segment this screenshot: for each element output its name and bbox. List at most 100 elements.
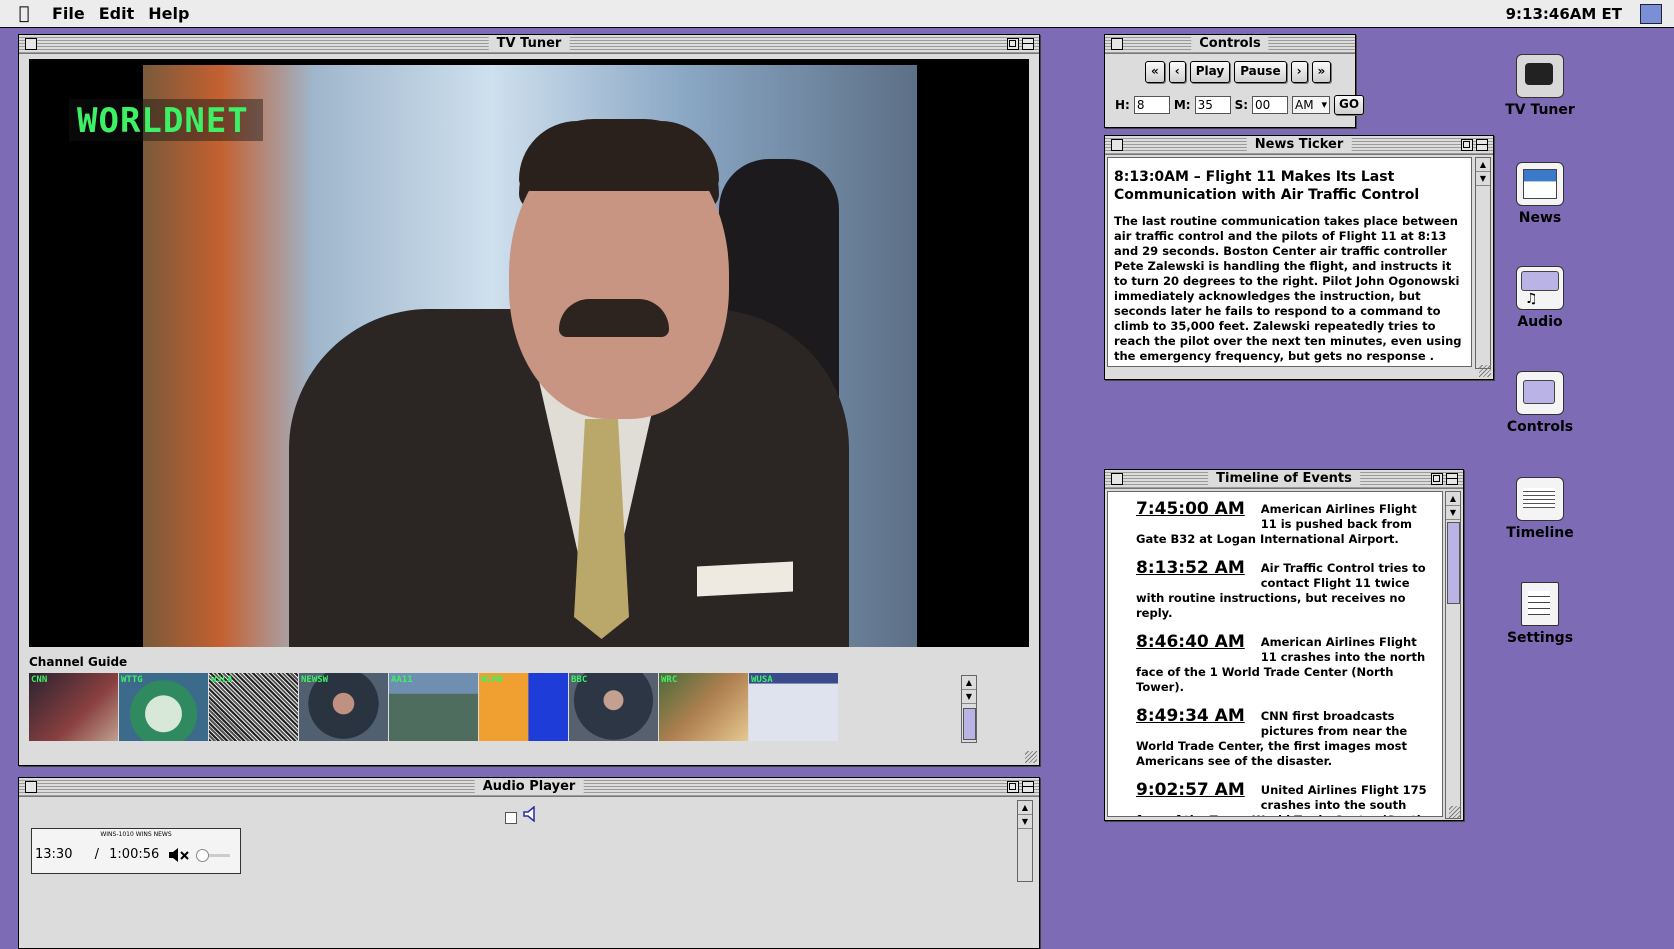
resize-grip-icon[interactable] — [1025, 751, 1037, 763]
play-button[interactable]: Play — [1189, 61, 1231, 83]
event-time-link[interactable]: 8:46:40 AM — [1136, 631, 1245, 653]
audio-checkbox[interactable] — [505, 812, 517, 824]
menu-bar:  File Edit Help 9:13:46AM ET — [0, 0, 1674, 28]
scroll-thumb[interactable] — [1447, 522, 1460, 604]
menubar-clock: 9:13:46AM ET — [1505, 5, 1622, 23]
scroll-down-arrow-icon[interactable]: ▼ — [1018, 815, 1032, 829]
menu-file[interactable]: File — [52, 4, 85, 23]
minute-field[interactable]: 35 — [1194, 96, 1231, 114]
audio-scrollbar[interactable]: ▲ ▼ — [1017, 800, 1033, 882]
menu-edit[interactable]: Edit — [99, 4, 135, 23]
controls-window: Controls « ‹ Play Pause › » H: 8 M: 35 S… — [1104, 34, 1365, 128]
video-screen[interactable]: WORLDNET — [29, 59, 1029, 647]
controls-titlebar[interactable]: Controls — [1105, 35, 1355, 54]
volume-slider-knob[interactable] — [196, 849, 209, 862]
rewind-button[interactable]: ‹ — [1168, 61, 1186, 83]
desktop-icon-controls[interactable]: Controls — [1492, 371, 1588, 435]
news-ticker-scrollbar[interactable]: ▲ ▼ — [1475, 157, 1491, 369]
event-time-link[interactable]: 8:13:52 AM — [1136, 557, 1245, 579]
timeline-titlebar[interactable]: Timeline of Events — [1105, 470, 1463, 489]
timeline-event: 9:02:57 AM United Airlines Flight 175 cra… — [1136, 780, 1434, 816]
news-icon — [1516, 162, 1564, 206]
forward-button[interactable]: › — [1290, 61, 1308, 83]
scroll-down-arrow-icon[interactable]: ▼ — [1476, 172, 1490, 186]
collapse-box-icon[interactable] — [1446, 473, 1458, 485]
ampm-select[interactable]: AM — [1292, 96, 1331, 114]
scroll-down-arrow-icon[interactable]: ▼ — [1446, 506, 1460, 520]
channel-label: WLMN — [481, 675, 503, 685]
close-box-icon[interactable] — [1111, 473, 1123, 485]
scroll-up-arrow-icon[interactable]: ▲ — [962, 676, 976, 690]
window-title: Audio Player — [474, 779, 584, 795]
close-box-icon[interactable] — [25, 38, 37, 50]
timeline-event: 7:45:00 AM American Airlines Flight 11 is… — [1136, 499, 1434, 547]
scroll-thumb[interactable] — [963, 708, 976, 740]
desktop-icon-timeline[interactable]: Timeline — [1492, 477, 1588, 541]
speaker-icon[interactable] — [522, 806, 538, 822]
channel-thumb[interactable]: WUSA — [749, 673, 838, 741]
collapse-box-icon[interactable] — [1022, 38, 1034, 50]
channel-thumb[interactable]: NEWSW — [299, 673, 388, 741]
desktop-icon-news[interactable]: News — [1492, 162, 1588, 226]
channel-thumb[interactable]: BBC — [569, 673, 658, 741]
desktop-icon-label: Settings — [1506, 630, 1574, 646]
hour-field[interactable]: 8 — [1133, 96, 1170, 114]
audio-player-titlebar[interactable]: Audio Player — [19, 778, 1039, 797]
finder-icon[interactable] — [1640, 4, 1662, 24]
desktop-icon-settings[interactable]: Settings — [1492, 582, 1588, 646]
pause-button[interactable]: Pause — [1234, 61, 1287, 83]
close-box-icon[interactable] — [25, 781, 37, 793]
timeline-content: 7:45:00 AM American Airlines Flight 11 is… — [1107, 491, 1443, 817]
zoom-box-icon[interactable] — [1461, 139, 1473, 151]
channel-thumb[interactable]: WLMN — [479, 673, 568, 741]
close-box-icon[interactable] — [1111, 139, 1123, 151]
hour-label: H: — [1115, 98, 1130, 112]
scroll-up-arrow-icon[interactable]: ▲ — [1446, 492, 1460, 506]
channel-thumb[interactable]: AA11 — [389, 673, 478, 741]
playback-time: 13:30 / 1:00:56 — [35, 847, 159, 862]
resize-grip-icon[interactable] — [1479, 365, 1491, 377]
window-title: News Ticker — [1246, 137, 1352, 153]
resize-grip-icon[interactable] — [1449, 806, 1461, 818]
forward-fast-button[interactable]: » — [1311, 61, 1332, 83]
channel-guide-scrollbar[interactable]: ▲ ▼ — [961, 675, 977, 743]
timeline-icon — [1516, 477, 1564, 521]
audio-icon: ♫ — [1516, 266, 1564, 310]
mute-icon[interactable] — [168, 847, 190, 863]
channel-thumb[interactable]: WTTG — [119, 673, 208, 741]
close-box-icon[interactable] — [1111, 38, 1123, 50]
news-headline: 8:13:0AM – Flight 11 Makes Its Last Comm… — [1114, 169, 1420, 203]
event-time-link[interactable]: 8:49:34 AM — [1136, 705, 1245, 727]
desktop-icon-label: Controls — [1506, 419, 1574, 435]
scroll-down-arrow-icon[interactable]: ▼ — [962, 690, 976, 704]
second-field[interactable]: 00 — [1252, 96, 1289, 114]
channel-thumb[interactable]: WRC — [659, 673, 748, 741]
scroll-up-arrow-icon[interactable]: ▲ — [1476, 158, 1490, 172]
news-ticker-titlebar[interactable]: News Ticker — [1105, 136, 1493, 155]
zoom-box-icon[interactable] — [1007, 38, 1019, 50]
zoom-box-icon[interactable] — [1431, 473, 1443, 485]
rewind-fast-button[interactable]: « — [1145, 61, 1165, 83]
menu-help[interactable]: Help — [148, 4, 189, 23]
second-label: S: — [1234, 98, 1249, 112]
collapse-box-icon[interactable] — [1476, 139, 1488, 151]
timeline-event: 8:13:52 AM Air Traffic Control tries to c… — [1136, 558, 1434, 621]
desktop-icon-tv-tuner[interactable]: TV Tuner — [1492, 54, 1588, 118]
settings-icon — [1521, 582, 1559, 626]
desktop-icon-audio[interactable]: ♫ Audio — [1492, 266, 1588, 330]
timeline-scrollbar[interactable]: ▲ ▼ — [1445, 491, 1461, 819]
zoom-box-icon[interactable] — [1007, 781, 1019, 793]
channel-thumb[interactable]: CNN — [29, 673, 118, 741]
time-separator: / — [94, 847, 99, 862]
scroll-up-arrow-icon[interactable]: ▲ — [1018, 801, 1032, 815]
go-button[interactable]: GO — [1334, 95, 1365, 115]
event-time-link[interactable]: 7:45:00 AM — [1136, 498, 1245, 520]
news-body: The last routine communication takes pla… — [1114, 214, 1462, 363]
event-time-link[interactable]: 9:02:57 AM — [1136, 779, 1245, 801]
apple-menu-icon[interactable]:  — [10, 3, 38, 24]
channel-thumb[interactable]: WJLA — [209, 673, 298, 741]
channel-label: BBC — [571, 675, 588, 685]
collapse-box-icon[interactable] — [1022, 781, 1034, 793]
tv-tuner-titlebar[interactable]: TV Tuner — [19, 35, 1039, 54]
channel-label: WTTG — [121, 675, 143, 685]
